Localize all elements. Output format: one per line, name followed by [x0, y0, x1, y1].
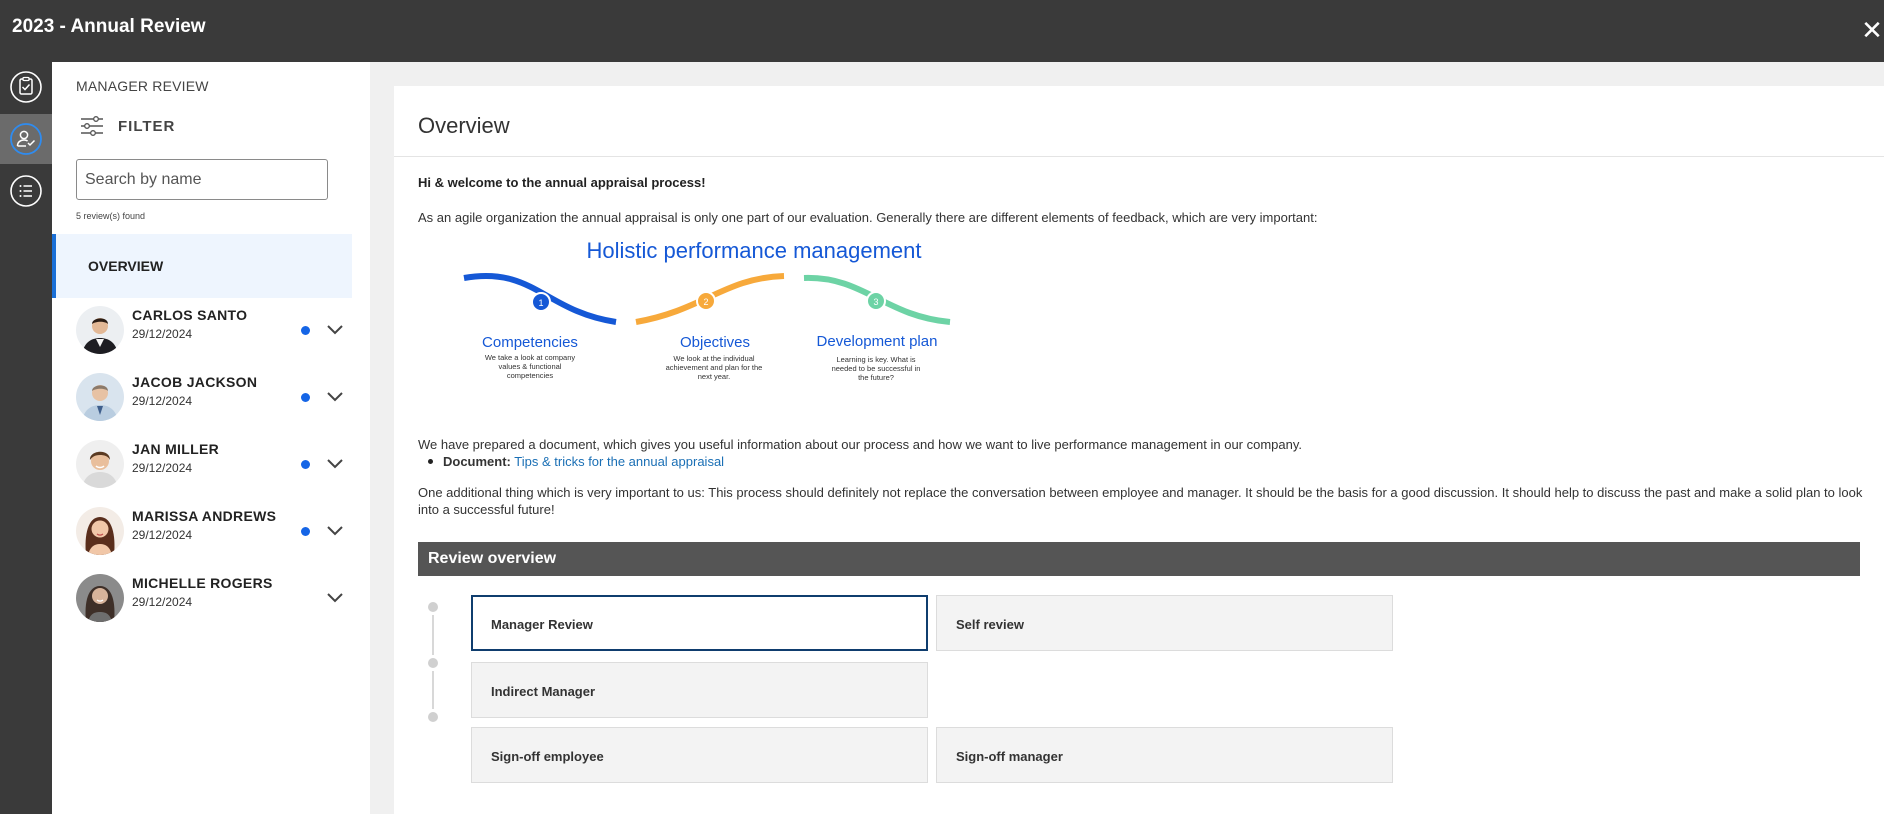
overview-content: Overview Hi & welcome to the annual appr…	[394, 86, 1884, 814]
step-description: needed to be successful in	[832, 364, 921, 373]
results-count: 5 review(s) found	[76, 211, 146, 221]
performance-management-infographic: Holistic performance management 1 2 3 Co…	[463, 238, 951, 382]
step-number: 1	[538, 298, 543, 308]
rail-my-reviews-button[interactable]	[0, 62, 52, 112]
step-title: Objectives	[680, 334, 750, 351]
person-name: JAN MILLER	[132, 441, 219, 457]
rail-manager-review-button[interactable]	[0, 114, 52, 164]
avatar	[76, 507, 124, 555]
timeline-line	[432, 615, 434, 655]
step-number: 3	[873, 297, 878, 307]
sidebar-item-label: OVERVIEW	[88, 258, 164, 274]
step-signoff-employee[interactable]: Sign-off employee	[471, 727, 928, 783]
sidebar-item-overview[interactable]: OVERVIEW	[52, 234, 352, 298]
step-indirect-manager[interactable]: Indirect Manager	[471, 662, 928, 718]
step-title: Competencies	[482, 334, 578, 351]
infographic-title: Holistic performance management	[586, 238, 921, 263]
step-title: Development plan	[817, 333, 938, 350]
title-bar: 2023 - Annual Review ✕	[0, 0, 1884, 62]
rail-list-button[interactable]	[0, 166, 52, 216]
step-description: the future?	[858, 373, 894, 382]
chevron-down-icon[interactable]	[325, 454, 345, 474]
list-item-person[interactable]: JACOB JACKSON 29/12/2024	[52, 365, 352, 432]
timeline-dot	[428, 602, 438, 612]
unread-indicator	[301, 527, 310, 536]
window-title: 2023 - Annual Review	[12, 16, 206, 37]
chevron-down-icon[interactable]	[325, 387, 345, 407]
search-input[interactable]	[76, 159, 328, 200]
document-link[interactable]: Tips & tricks for the annual appraisal	[514, 454, 724, 469]
chevron-down-icon[interactable]	[325, 588, 345, 608]
review-date: 29/12/2024	[132, 528, 193, 542]
step-description: competencies	[507, 371, 554, 380]
step-description: Learning is key. What is	[836, 355, 915, 364]
divider	[394, 156, 1884, 157]
review-date: 29/12/2024	[132, 595, 193, 609]
intro-text: As an agile organization the annual appr…	[418, 210, 1318, 225]
icon-rail	[0, 62, 52, 814]
list-item-person[interactable]: MARISSA ANDREWS 29/12/2024	[52, 499, 352, 566]
step-description: next year.	[698, 372, 731, 381]
document-list-item: Document: Tips & tricks for the annual a…	[428, 454, 724, 469]
person-name: JACOB JACKSON	[132, 374, 258, 390]
user-check-icon	[10, 123, 42, 155]
close-icon[interactable]: ✕	[1860, 16, 1884, 44]
timeline-dot	[428, 712, 438, 722]
person-name: CARLOS SANTO	[132, 307, 248, 323]
step-description: We take a look at company	[485, 353, 576, 362]
bullet	[428, 459, 433, 465]
avatar	[76, 306, 124, 354]
filter-button[interactable]: FILTER	[80, 116, 175, 136]
avatar	[76, 440, 124, 488]
panel-heading: MANAGER REVIEW	[76, 78, 209, 94]
step-description: We look at the individual	[673, 354, 754, 363]
timeline-line	[432, 671, 434, 709]
list-item-person[interactable]: MICHELLE ROGERS 29/12/2024	[52, 566, 352, 633]
list-item-person[interactable]: CARLOS SANTO 29/12/2024	[52, 298, 352, 365]
list-item-person[interactable]: JAN MILLER 29/12/2024	[52, 432, 352, 499]
unread-indicator	[301, 393, 310, 402]
person-name: MICHELLE ROGERS	[132, 575, 273, 591]
review-date: 29/12/2024	[132, 327, 193, 341]
document-intro-text: We have prepared a document, which gives…	[418, 437, 1303, 452]
additional-text: One additional thing which is very impor…	[418, 485, 1863, 517]
review-list-panel: MANAGER REVIEW FILTER 5 review(s) found …	[52, 62, 370, 814]
timeline-dot	[428, 658, 438, 668]
chevron-down-icon[interactable]	[325, 320, 345, 340]
chevron-down-icon[interactable]	[325, 521, 345, 541]
step-number: 2	[703, 297, 708, 307]
avatar	[76, 574, 124, 622]
review-date: 29/12/2024	[132, 394, 193, 408]
person-name: MARISSA ANDREWS	[132, 508, 277, 524]
list-icon	[10, 175, 42, 207]
review-overview-header: Review overview	[418, 542, 1860, 576]
clipboard-check-icon	[10, 71, 42, 103]
avatar	[76, 373, 124, 421]
review-date: 29/12/2024	[132, 461, 193, 475]
document-label: Document:	[443, 454, 511, 469]
step-manager-review[interactable]: Manager Review	[471, 595, 928, 651]
step-description: achievement and plan for the	[666, 363, 763, 372]
welcome-text: Hi & welcome to the annual appraisal pro…	[418, 175, 706, 190]
step-self-review[interactable]: Self review	[936, 595, 1393, 651]
unread-indicator	[301, 460, 310, 469]
sliders-icon	[81, 116, 103, 136]
step-signoff-manager[interactable]: Sign-off manager	[936, 727, 1393, 783]
unread-indicator	[301, 326, 310, 335]
filter-label: FILTER	[118, 117, 176, 135]
step-description: values & functional	[499, 362, 562, 371]
page-title: Overview	[418, 113, 510, 138]
